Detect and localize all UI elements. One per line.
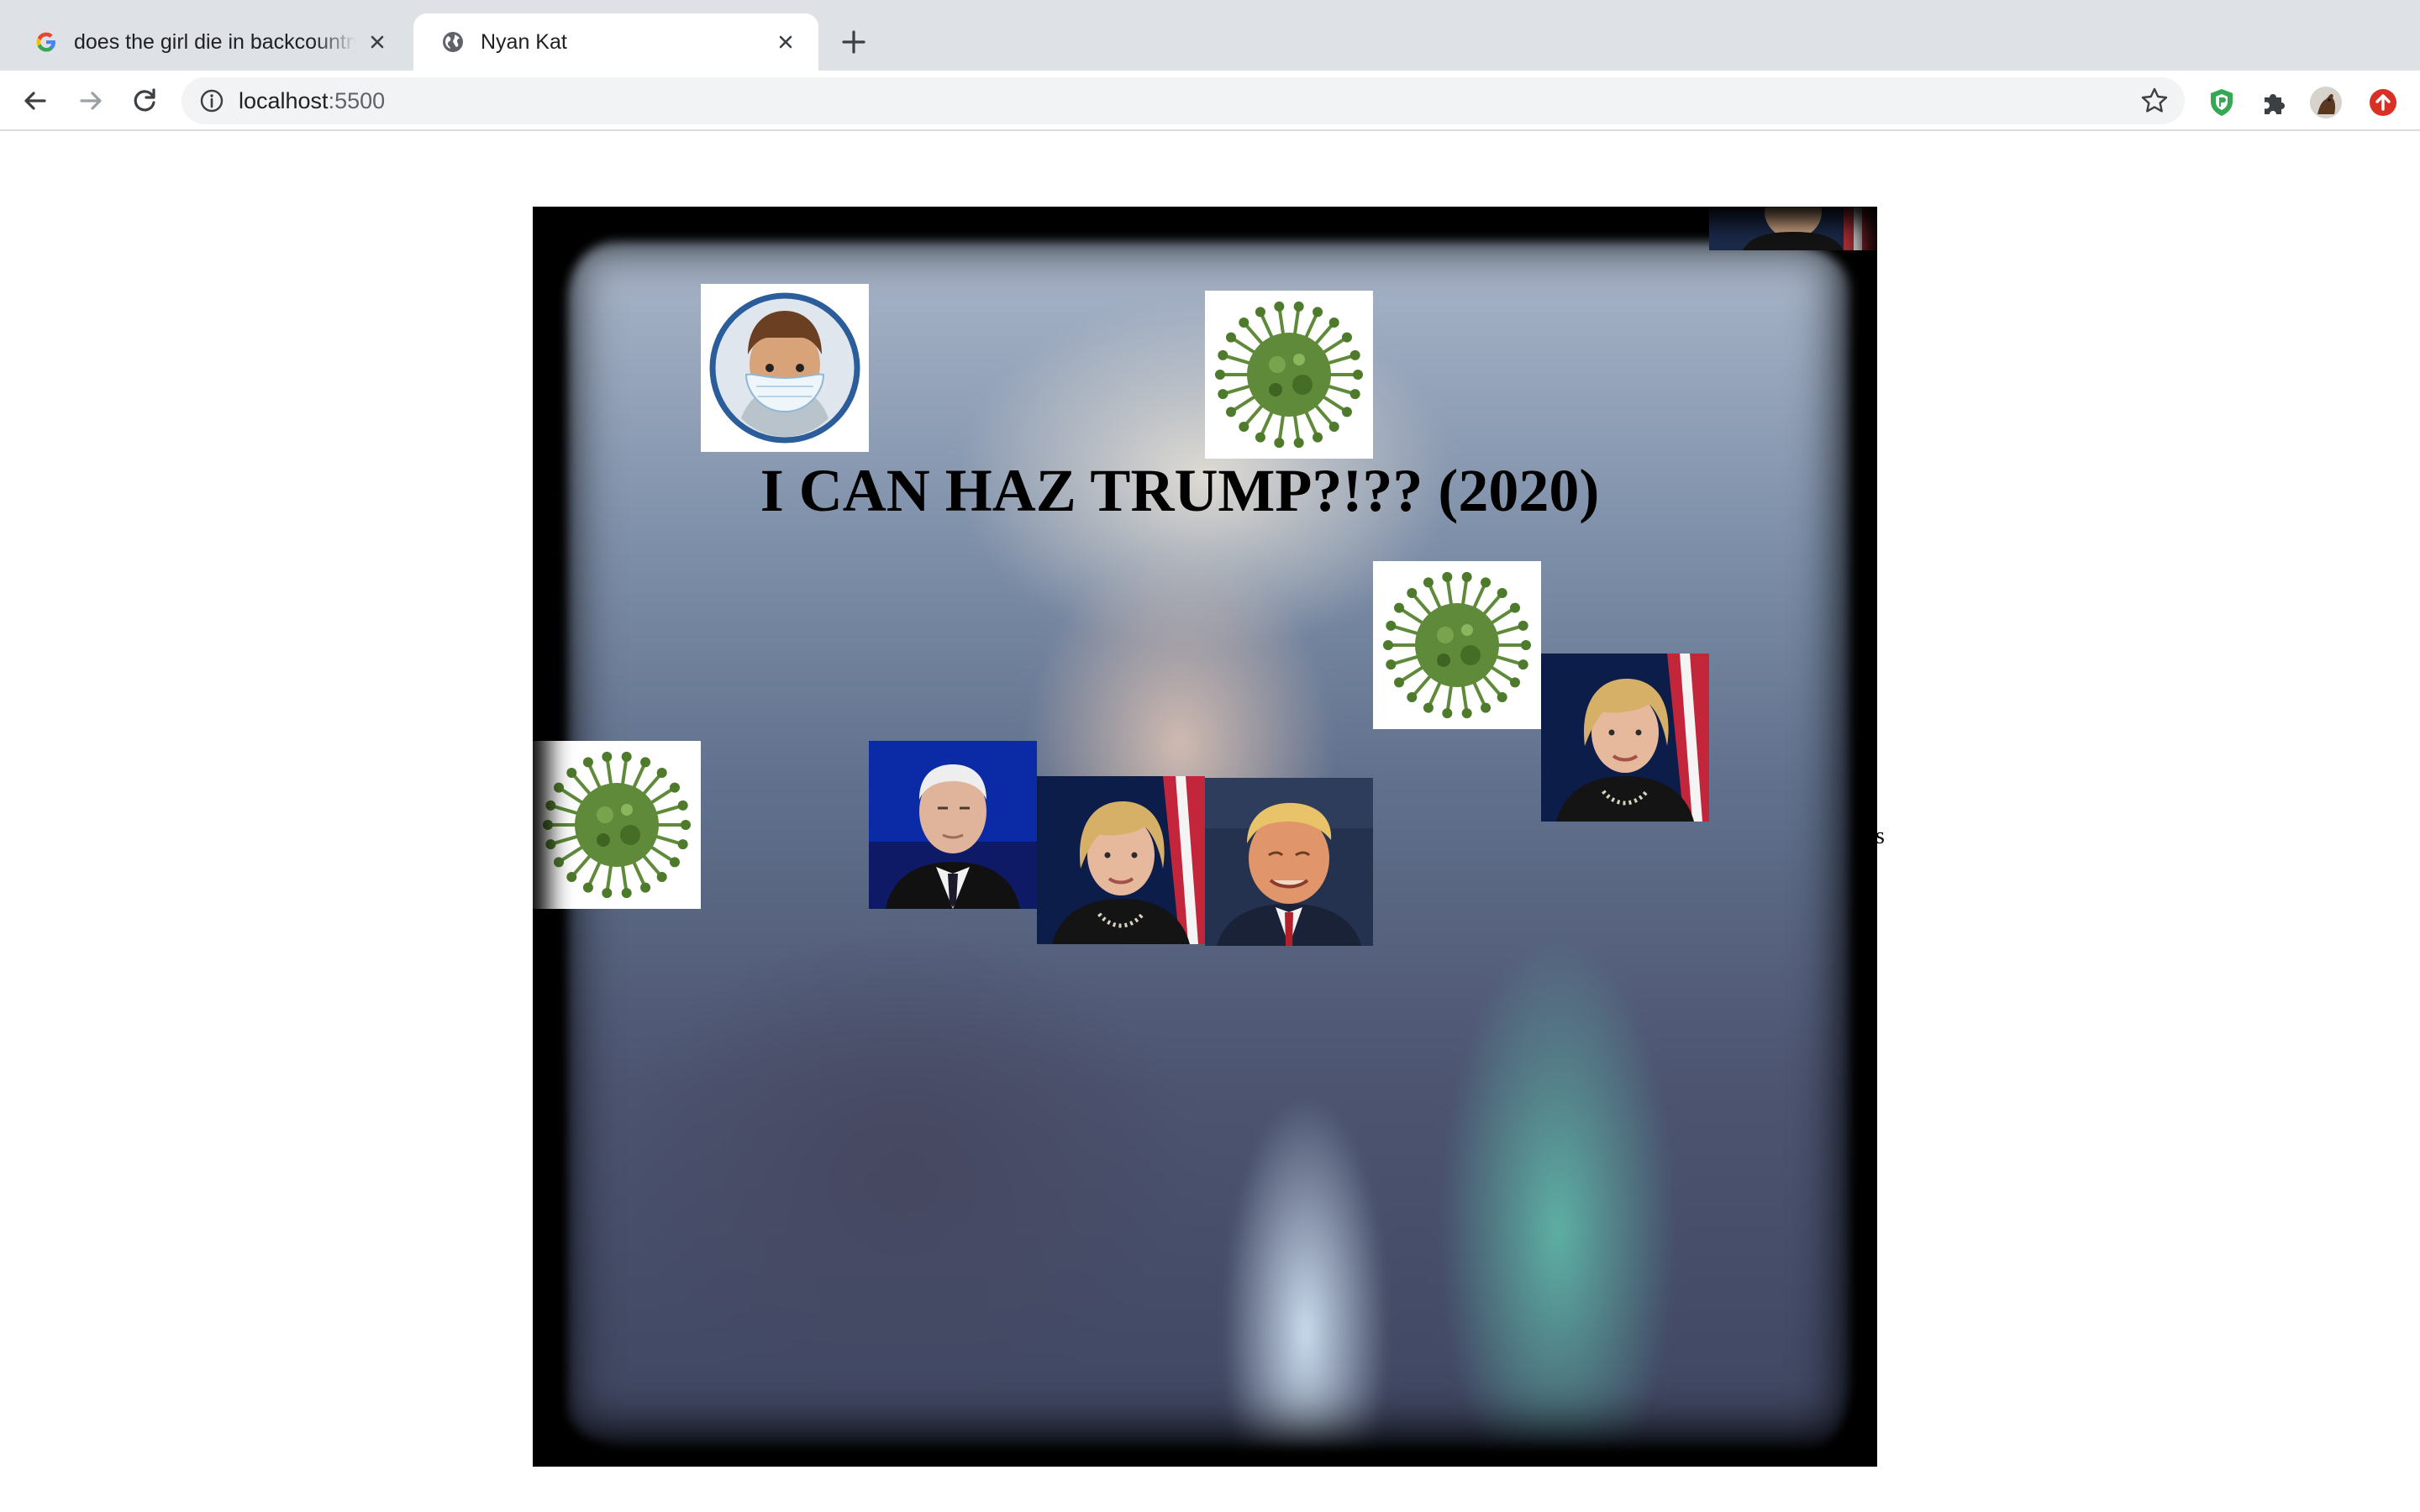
back-button[interactable] [17, 82, 54, 119]
joe-biden-image [869, 741, 1037, 909]
close-icon[interactable] [773, 29, 798, 55]
forward-arrow-icon [80, 92, 102, 110]
forward-button[interactable] [72, 82, 109, 119]
tab-title: does the girl die in backcountry [74, 29, 356, 54]
close-icon[interactable] [365, 29, 390, 55]
tab-strip: does the girl die in backcountry Nyan Ka… [0, 0, 2420, 71]
joe-biden-photo [869, 741, 1037, 909]
meme-stage: I CAN HAZ TRUMP?!?? (2020) [533, 207, 1877, 1467]
puzzle-extensions-icon[interactable] [2257, 86, 2291, 119]
stray-text: s [1876, 823, 1885, 849]
hillary-clinton-image [1541, 654, 1709, 822]
google-g-icon [36, 32, 55, 52]
virus-tile [1205, 291, 1373, 459]
hillary-clinton-photo [1037, 776, 1205, 944]
virus-icon [533, 741, 701, 909]
bookmark-star-icon[interactable] [2139, 86, 2170, 116]
globe-icon [443, 32, 463, 52]
partial-portrait-photo [1709, 207, 1877, 250]
virus-icon [1205, 291, 1373, 459]
address-port: :5500 [328, 88, 386, 113]
profile-avatar[interactable] [2309, 86, 2343, 119]
virus-icon [1373, 561, 1541, 729]
masked-person-tile [701, 284, 869, 452]
update-icon[interactable] [2366, 86, 2400, 119]
hillary-clinton-image [1037, 776, 1205, 944]
plus-icon[interactable] [837, 25, 871, 59]
address-text[interactable]: localhost:5500 [239, 88, 385, 113]
virus-tile [533, 741, 701, 909]
tab-nyan-kat[interactable]: Nyan Kat [413, 13, 818, 71]
masked-face-image [701, 284, 869, 452]
shield-extension-icon[interactable] [2205, 86, 2238, 119]
page-headline: I CAN HAZ TRUMP?!?? (2020) [760, 457, 1600, 524]
address-bar[interactable]: localhost:5500 [182, 77, 2185, 124]
tab-google-search[interactable]: does the girl die in backcountry [7, 13, 410, 71]
partial-portrait-image [1709, 207, 1877, 250]
reload-button[interactable] [126, 82, 163, 119]
info-icon[interactable] [198, 87, 225, 114]
reload-icon [134, 88, 155, 112]
donald-trump-image [1205, 778, 1373, 946]
back-arrow-icon [24, 92, 46, 110]
address-host: localhost [239, 88, 329, 113]
browser-toolbar: localhost:5500 [0, 71, 2420, 131]
hillary-clinton-photo [1541, 654, 1709, 822]
donald-trump-photo [1205, 778, 1373, 946]
tab-title: Nyan Kat [481, 29, 567, 54]
virus-tile [1373, 561, 1541, 729]
